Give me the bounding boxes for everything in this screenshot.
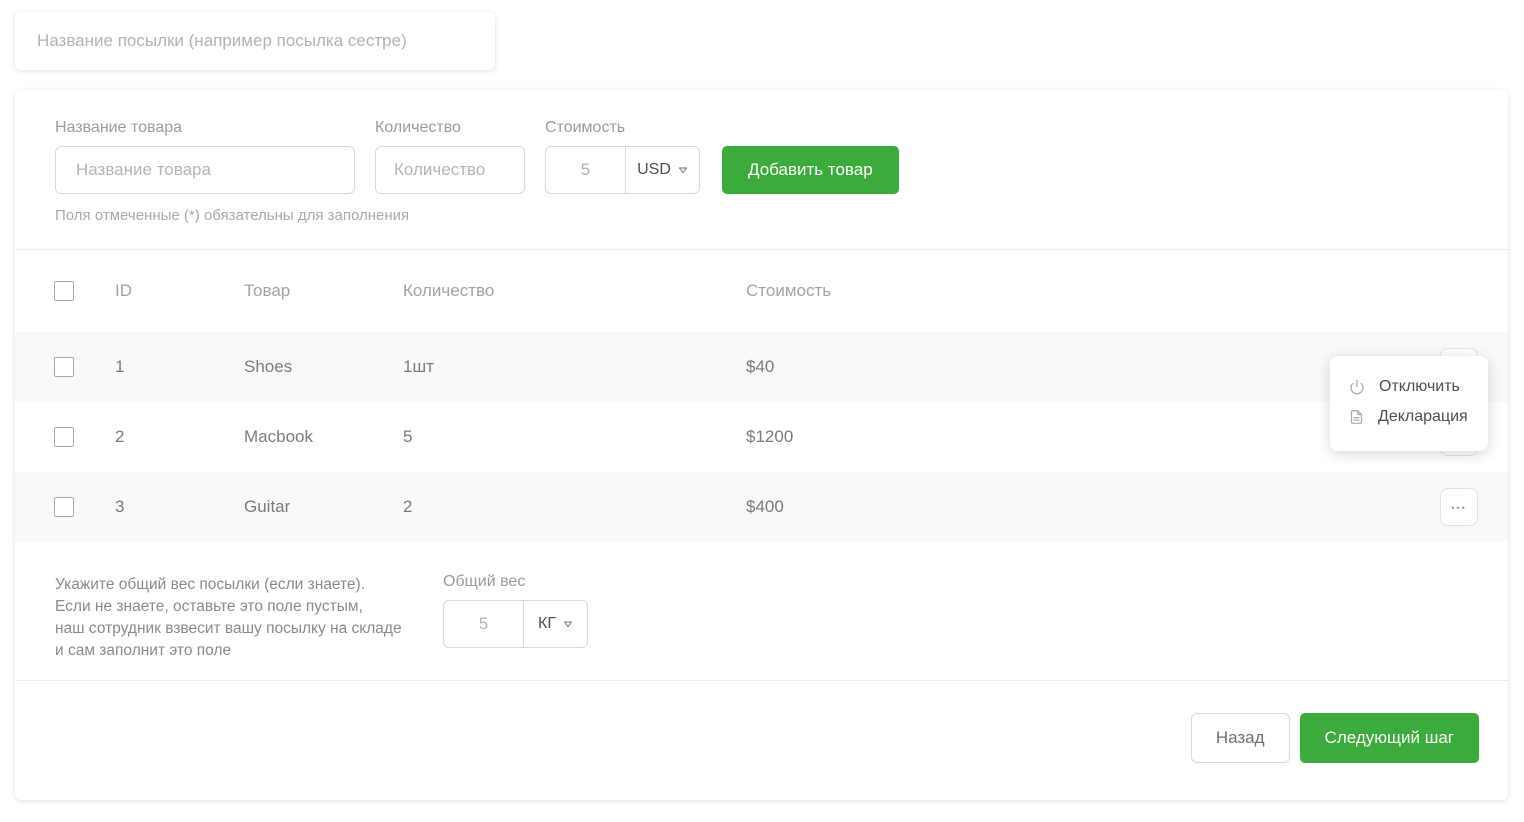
item-cost-input[interactable]: [546, 147, 625, 193]
row-checkbox[interactable]: [54, 497, 74, 517]
back-button[interactable]: Назад: [1191, 713, 1290, 763]
cell-cost: $400: [746, 497, 1440, 517]
select-all-checkbox[interactable]: [54, 281, 74, 301]
ellipsis-icon: [1451, 502, 1466, 513]
item-name-label: Название товара: [55, 120, 355, 136]
next-step-button[interactable]: Следующий шаг: [1300, 713, 1479, 763]
item-cost-label: Стоимость: [545, 120, 700, 136]
item-quantity-input[interactable]: [375, 146, 525, 194]
cell-id: 1: [115, 357, 244, 377]
document-icon: [1349, 409, 1364, 425]
currency-value: USD: [637, 161, 671, 179]
cell-id: 3: [115, 497, 244, 517]
cell-id: 2: [115, 427, 244, 447]
column-header-cost: Стоимость: [746, 281, 1508, 301]
parcel-name-input[interactable]: [15, 12, 495, 70]
menu-item-label: Декларация: [1378, 408, 1468, 426]
parcel-name-card: [15, 12, 495, 70]
menu-item-label: Отключить: [1379, 378, 1460, 396]
cell-item: Macbook: [244, 427, 403, 447]
add-item-form: Название товара Количество Стоимость USD: [15, 90, 1508, 250]
menu-item-declaration[interactable]: Декларация: [1330, 402, 1488, 432]
cell-quantity: 5: [403, 427, 746, 447]
table-row: 2 Macbook 5 $1200: [15, 402, 1508, 472]
row-context-menu: Отключить Декларация: [1330, 356, 1488, 451]
required-fields-note: Поля отмеченные (*) обязательны для запо…: [55, 207, 1468, 224]
currency-select[interactable]: USD: [625, 147, 699, 193]
total-weight-input[interactable]: [444, 601, 523, 647]
row-actions-button[interactable]: [1440, 488, 1478, 526]
table-header: ID Товар Количество Стоимость: [15, 250, 1508, 332]
item-quantity-label: Количество: [375, 120, 525, 136]
power-icon: [1349, 379, 1365, 395]
total-weight-label: Общий вес: [443, 574, 588, 590]
column-header-id: ID: [115, 281, 244, 301]
chevron-down-icon: [678, 161, 688, 179]
table-row: 3 Guitar 2 $400: [15, 472, 1508, 542]
column-header-item: Товар: [244, 281, 403, 301]
column-header-quantity: Количество: [403, 281, 746, 301]
main-card: Название товара Количество Стоимость USD: [15, 90, 1508, 800]
footer: Назад Следующий шаг: [15, 681, 1508, 800]
item-name-input[interactable]: [55, 146, 355, 194]
row-checkbox[interactable]: [54, 357, 74, 377]
cell-quantity: 2: [403, 497, 746, 517]
weight-unit-select[interactable]: КГ: [523, 601, 587, 647]
cell-quantity: 1шт: [403, 357, 746, 377]
cell-item: Shoes: [244, 357, 403, 377]
cell-item: Guitar: [244, 497, 403, 517]
row-checkbox[interactable]: [54, 427, 74, 447]
weight-note: Укажите общий вес посылки (если знаете).…: [55, 574, 443, 680]
weight-section: Укажите общий вес посылки (если знаете).…: [15, 542, 1508, 681]
chevron-down-icon: [563, 615, 573, 633]
weight-unit-value: КГ: [538, 615, 556, 633]
menu-item-disable[interactable]: Отключить: [1330, 372, 1488, 402]
add-item-button[interactable]: Добавить товар: [722, 146, 899, 194]
table-row: 1 Shoes 1шт $40: [15, 332, 1508, 402]
